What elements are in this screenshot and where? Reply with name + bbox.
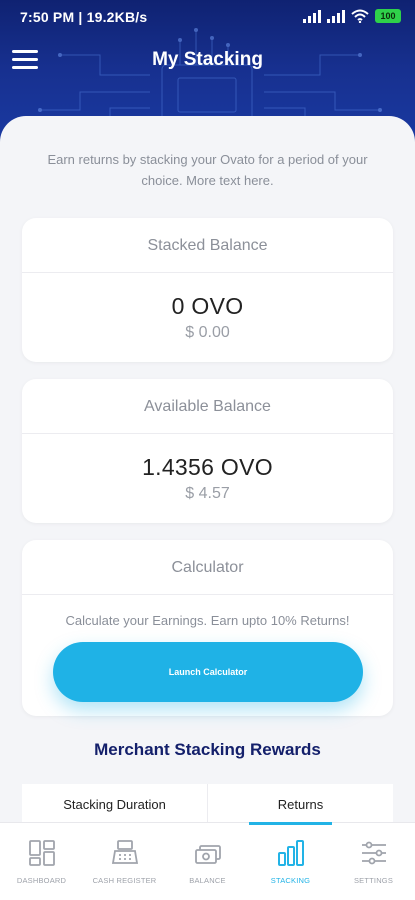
rewards-table-header: Stacking Duration Returns [22,784,393,826]
stacked-balance-usd: $ 0.00 [185,324,230,341]
stacked-balance-title: Stacked Balance [22,218,393,273]
nav-settings-label: SETTINGS [353,876,394,885]
nav-settings[interactable]: SETTINGS [332,823,415,900]
stacking-content: Earn returns by stacking your Ovato for … [0,116,415,826]
page-title: My Stacking [152,49,263,70]
nav-cash-register[interactable]: CASH REGISTER [83,823,166,900]
bottom-navigation: DASHBOARD CASH REGISTER BALANCE STACKING… [0,822,415,900]
available-balance-amount: 1.4356 OVO [142,454,273,480]
wifi-icon [351,9,369,23]
settings-icon [361,841,386,865]
status-time: 7:50 PM | 19.2KB/s [20,9,148,25]
stacking-icon [277,840,304,866]
balance-icon [194,845,221,864]
nav-dashboard-label: DASHBOARD [16,876,67,885]
nav-dashboard[interactable]: DASHBOARD [0,823,83,900]
available-balance-title: Available Balance [22,379,393,434]
column-returns: Returns [277,797,324,812]
signal-icon-2 [327,9,345,23]
nav-stacking[interactable]: STACKING [249,822,332,900]
nav-balance-label: BALANCE [189,876,226,885]
nav-balance[interactable]: BALANCE [166,823,249,900]
nav-stacking-label: STACKING [270,876,311,885]
calculator-description: Calculate your Earnings. Earn upto 10% R… [65,613,350,628]
dashboard-icon [28,840,55,866]
nav-cash-register-label: CASH REGISTER [92,876,157,885]
battery-icon: 100 [375,9,401,23]
signal-icon [303,9,321,23]
intro-text: Earn returns by stacking your Ovato for … [47,152,368,188]
calculator-title: Calculator [22,540,393,595]
status-bar: 7:50 PM | 19.2KB/s 100 [0,0,415,34]
launch-calculator-button[interactable]: Launch Calculator [53,642,363,702]
column-stacking-duration: Stacking Duration [22,784,208,826]
stacked-balance-amount: 0 OVO [171,293,244,319]
stacked-balance-card: Stacked Balance 0 OVO $ 0.00 [22,218,393,362]
status-icons: 100 [303,9,401,23]
available-balance-usd: $ 4.57 [185,485,230,502]
merchant-stacking-rewards-title: Merchant Stacking Rewards [94,740,321,759]
calculator-card: Calculator Calculate your Earnings. Earn… [22,540,393,716]
available-balance-card: Available Balance 1.4356 OVO $ 4.57 [22,379,393,523]
cash-register-icon [111,840,138,864]
